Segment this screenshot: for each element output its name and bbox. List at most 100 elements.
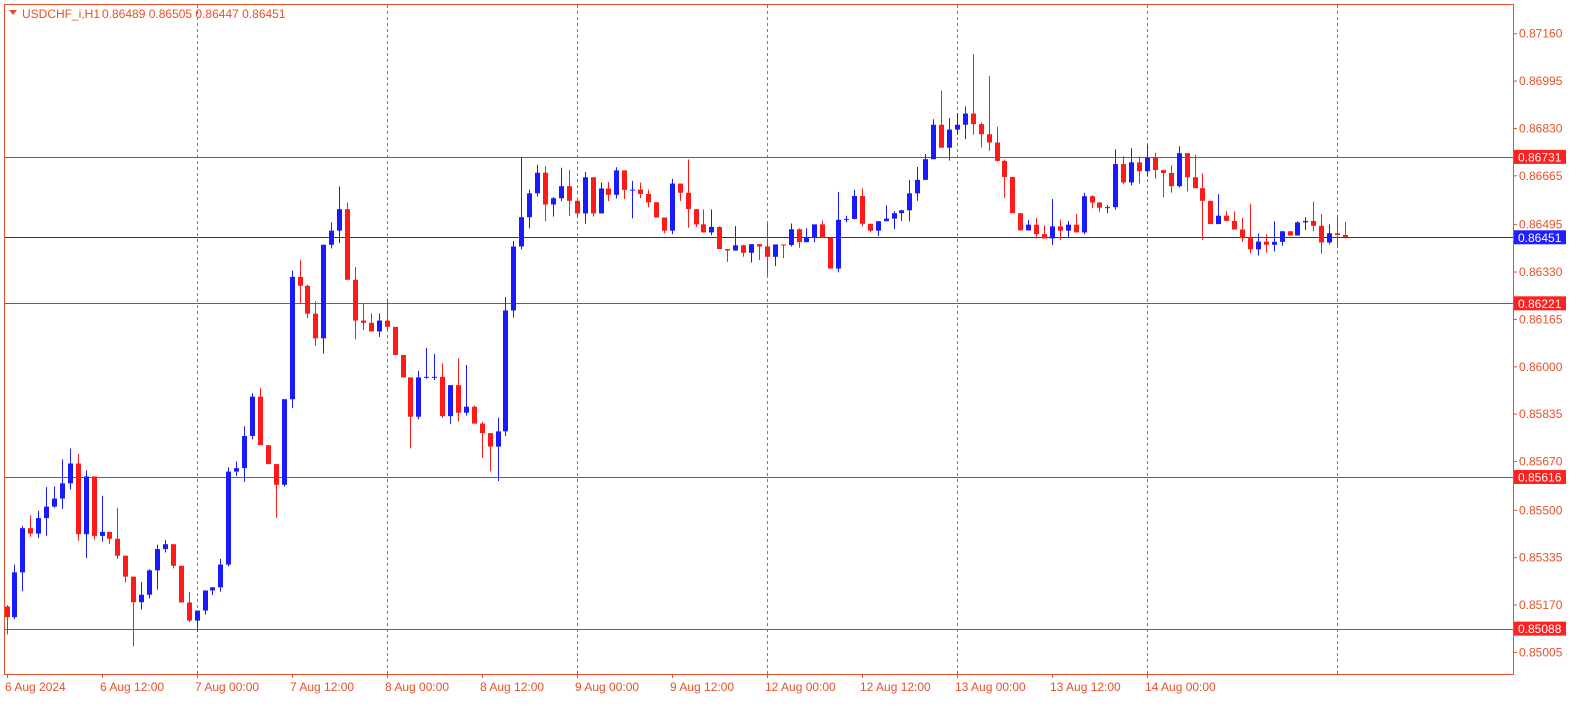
time-tick-label: 7 Aug 00:00 — [195, 680, 259, 694]
price-tick-label: 0.85335 — [1519, 551, 1563, 565]
candle-body — [1145, 157, 1150, 172]
candle-body — [551, 198, 556, 205]
candle-body — [638, 189, 643, 194]
candle-body — [583, 177, 588, 214]
grid-layer — [197, 5, 1338, 674]
candle-body — [305, 285, 310, 314]
candle-body — [432, 376, 437, 378]
candle-body — [298, 276, 303, 286]
candle-body — [163, 544, 168, 550]
candle-body — [892, 213, 897, 219]
candle-body — [931, 124, 936, 160]
candle-body — [1185, 153, 1190, 178]
candle-body — [1216, 215, 1221, 225]
candle-body — [567, 186, 572, 201]
candle-body — [1074, 224, 1079, 233]
candle-body — [1090, 196, 1095, 203]
candle-body — [1050, 226, 1055, 239]
candle-body — [5, 606, 10, 618]
time-tick-label: 14 Aug 00:00 — [1145, 680, 1216, 694]
candle-body — [131, 576, 136, 603]
triangle-down-icon[interactable] — [9, 10, 17, 15]
price-tick-label: 0.86830 — [1519, 121, 1563, 135]
candle-body — [266, 445, 271, 465]
candle-body — [68, 463, 73, 484]
candle-body — [781, 244, 786, 246]
candle-body — [456, 385, 461, 413]
candle-body — [749, 244, 754, 253]
candle-body — [622, 170, 627, 190]
candle-body — [203, 590, 208, 611]
level-price-tag: 0.85616 — [1518, 471, 1562, 485]
candle-body — [496, 431, 501, 447]
candle-body — [1105, 207, 1110, 209]
chart-canvas[interactable]: 0.87160 0.86995 0.86830 0.86665 0.86495 0.863… — [0, 0, 1586, 708]
candle-body — [1002, 160, 1007, 177]
chart-header: USDCHF_i,H1 0.86489 0.86505 0.86447 0.86… — [9, 7, 286, 21]
candle-body — [448, 385, 453, 417]
candle-body — [519, 217, 524, 247]
candle-body — [408, 377, 413, 417]
candle-body — [543, 172, 548, 205]
price-axis: 0.87160 0.86995 0.86830 0.86665 0.86495 0.863… — [1513, 27, 1563, 659]
candle-body — [1343, 234, 1348, 238]
candle-body — [812, 224, 817, 237]
time-tick-label: 9 Aug 12:00 — [670, 680, 734, 694]
candle-body — [234, 468, 239, 472]
candle-body — [1208, 200, 1213, 225]
price-tick-label: 0.85500 — [1519, 503, 1563, 517]
time-tick-label: 8 Aug 00:00 — [385, 680, 449, 694]
chart-root: 0.87160 0.86995 0.86830 0.86665 0.86495 0.863… — [0, 0, 1586, 708]
candle-body — [1319, 225, 1324, 243]
candle-body — [1129, 162, 1134, 183]
candle-body — [511, 246, 516, 311]
candle-body — [876, 221, 881, 231]
candle-body — [733, 245, 738, 251]
candle-body — [757, 244, 762, 247]
candle-body — [1058, 226, 1063, 231]
candle-body — [155, 549, 160, 571]
candle-body — [139, 594, 144, 603]
candle-body — [836, 219, 841, 269]
candle-body — [107, 531, 112, 539]
candle-body — [503, 310, 508, 432]
candle-body — [1113, 164, 1118, 208]
candle-body — [955, 124, 960, 130]
candle-body — [1264, 241, 1269, 245]
candle-body — [1034, 224, 1039, 235]
candle-body — [100, 531, 105, 536]
candle-body — [60, 483, 65, 499]
candle-body — [179, 565, 184, 603]
candle-body — [147, 570, 152, 595]
candle-body — [472, 406, 477, 424]
candle-body — [1240, 229, 1245, 239]
candle-body — [1161, 170, 1166, 173]
candle-body — [44, 506, 49, 519]
candle-body — [1256, 241, 1261, 250]
candle-body — [1169, 172, 1174, 187]
candle-body — [1097, 202, 1102, 208]
candle-body — [321, 244, 326, 339]
price-tick-label: 0.85670 — [1519, 455, 1563, 469]
candle-body — [868, 223, 873, 231]
candle-body — [361, 320, 366, 323]
price-tick-label: 0.85835 — [1519, 407, 1563, 421]
time-tick-label: 13 Aug 12:00 — [1050, 680, 1121, 694]
candle-body — [987, 134, 992, 143]
candle-body — [773, 244, 778, 257]
time-tick-label: 13 Aug 00:00 — [955, 680, 1026, 694]
candle-body — [884, 218, 889, 222]
candle-body — [1010, 176, 1015, 214]
time-tick-label: 9 Aug 00:00 — [575, 680, 639, 694]
candle-body — [345, 209, 350, 280]
candle-body — [606, 188, 611, 195]
candle-body — [226, 471, 231, 565]
candle-body — [701, 224, 706, 233]
symbol-label: USDCHF_i,H1 — [22, 7, 100, 21]
level-layer — [5, 157, 1513, 630]
price-tick-label: 0.86000 — [1519, 360, 1563, 374]
candle-body — [907, 193, 912, 211]
candle-body — [393, 326, 398, 356]
candle-body — [963, 113, 968, 125]
candle-layer — [5, 54, 1348, 647]
